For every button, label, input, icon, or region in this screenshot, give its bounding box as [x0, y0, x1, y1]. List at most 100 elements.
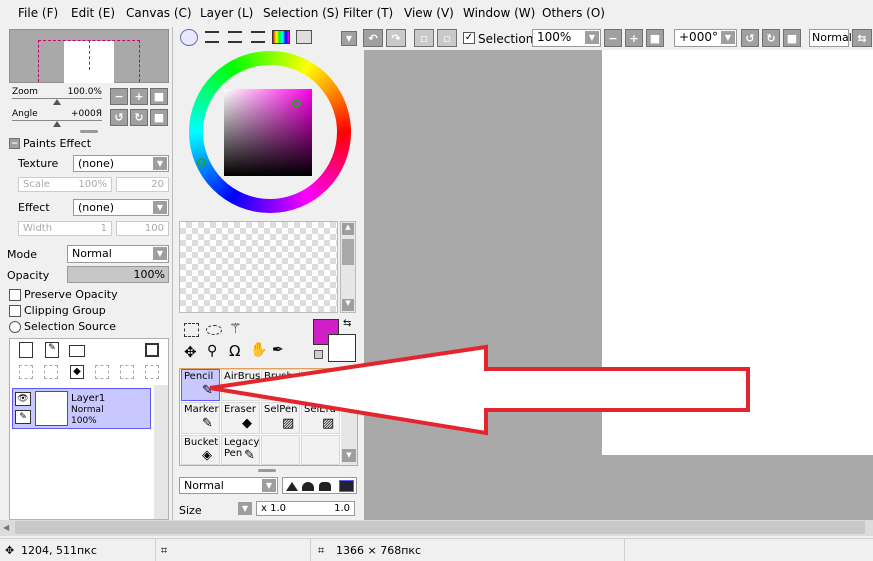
- toolbar-rotate-reset-button[interactable]: ■: [783, 29, 801, 47]
- brush-shape-3-icon[interactable]: [319, 482, 331, 491]
- scroll-left-icon[interactable]: ◀: [3, 523, 9, 532]
- angle-dropdown[interactable]: +000° ▼: [674, 29, 737, 47]
- toolbar-zoom-in-button[interactable]: +: [625, 29, 643, 47]
- invert-selection-button[interactable]: ▫: [437, 29, 457, 47]
- scroll-thumb[interactable]: [342, 239, 354, 265]
- new-linework-layer-icon[interactable]: ✎: [45, 342, 59, 358]
- scroll-down-icon[interactable]: ▼: [342, 449, 356, 462]
- brush-shape-4-icon[interactable]: [339, 480, 354, 492]
- new-folder-icon[interactable]: [69, 345, 85, 357]
- merge-down-icon[interactable]: [44, 365, 58, 379]
- tool-brush[interactable]: Brush: [261, 369, 300, 401]
- layer-scrollbar[interactable]: [154, 385, 168, 519]
- menu-selection[interactable]: Selection (S): [263, 6, 339, 20]
- mix-tab-icon[interactable]: [251, 31, 265, 43]
- brush-shape-1-icon[interactable]: [286, 482, 298, 491]
- menu-others[interactable]: Others (O): [542, 6, 605, 20]
- brush-blend-dropdown[interactable]: Normal ▼: [179, 477, 278, 494]
- tool-empty-3[interactable]: [301, 435, 340, 465]
- eye-icon[interactable]: 👁: [15, 392, 31, 406]
- color-wheel-tab-icon[interactable]: [180, 29, 198, 46]
- tool-empty-1[interactable]: [301, 369, 340, 401]
- tool-grid-scrollbar[interactable]: ▼: [341, 369, 357, 465]
- menu-layer[interactable]: Layer (L): [200, 6, 253, 20]
- zoom-out-button[interactable]: −: [110, 88, 128, 105]
- menu-canvas[interactable]: Canvas (C): [126, 6, 192, 20]
- toolbar-rotate-left-button[interactable]: ↺: [741, 29, 759, 47]
- collapse-icon[interactable]: −: [9, 138, 20, 149]
- zoom-slider-handle[interactable]: [53, 99, 61, 105]
- toolbar-zoom-reset-button[interactable]: ■: [646, 29, 664, 47]
- lasso-icon[interactable]: [206, 325, 222, 335]
- transfer-down-icon[interactable]: [19, 365, 33, 379]
- width-num-field[interactable]: 100: [116, 221, 169, 236]
- zoom-dropdown[interactable]: 100% ▼: [532, 29, 601, 47]
- rotate-right-button[interactable]: ↻: [130, 109, 148, 126]
- layer-mask-icon[interactable]: [145, 343, 159, 357]
- secondary-color-swatch[interactable]: [328, 334, 356, 362]
- panel-grip[interactable]: [258, 469, 276, 472]
- swap-colors-icon[interactable]: ⇆: [343, 318, 351, 329]
- swatches-tab-icon[interactable]: [272, 30, 290, 44]
- rect-select-icon[interactable]: [184, 323, 199, 337]
- zoom-reset-button[interactable]: ■: [150, 88, 168, 105]
- width-field[interactable]: Width 1: [18, 221, 112, 236]
- size-dropdown-icon[interactable]: ▼: [238, 502, 252, 515]
- tool-pencil[interactable]: Pencil ✎: [181, 369, 220, 401]
- tool-seleraser[interactable]: SelEra ▨: [301, 402, 340, 434]
- scratchpad-tab-icon[interactable]: [296, 30, 312, 44]
- menu-window[interactable]: Window (W): [463, 6, 535, 20]
- selection-source-radio[interactable]: [9, 321, 21, 333]
- flip-horizontal-button[interactable]: ⇆: [852, 29, 872, 47]
- rotate-tool-icon[interactable]: Ω: [229, 342, 240, 360]
- tool-selpen[interactable]: SelPen ▨: [261, 402, 300, 434]
- reset-colors-icon[interactable]: [314, 350, 323, 359]
- toolbar-zoom-out-button[interactable]: −: [604, 29, 622, 47]
- menu-filter[interactable]: Filter (T): [343, 6, 393, 20]
- scratchpad-scrollbar[interactable]: ▲ ▼: [340, 221, 356, 313]
- delete-layer-icon[interactable]: [95, 365, 109, 379]
- tool-empty-2[interactable]: [261, 435, 300, 465]
- panel-grip[interactable]: [80, 130, 98, 133]
- menu-file[interactable]: File (F): [18, 6, 58, 20]
- hsv-slider-tab-icon[interactable]: [228, 31, 242, 43]
- horizontal-scroll-thumb[interactable]: [15, 521, 865, 534]
- scroll-up-icon[interactable]: ▲: [342, 223, 354, 235]
- rotate-left-button[interactable]: ↺: [110, 109, 128, 126]
- layer-mode-dropdown[interactable]: Normal ▼: [67, 245, 169, 263]
- view-mode-dropdown[interactable]: Normal: [809, 29, 852, 47]
- canvas-document[interactable]: [602, 50, 873, 455]
- merge-visible-icon[interactable]: [120, 365, 134, 379]
- rotate-reset-button[interactable]: ■: [150, 109, 168, 126]
- navigator-preview[interactable]: [9, 29, 169, 83]
- scale-num-field[interactable]: 20: [116, 177, 169, 192]
- scroll-down-icon[interactable]: ▼: [342, 299, 354, 311]
- scale-field[interactable]: Scale 100%: [18, 177, 112, 192]
- hand-icon[interactable]: ✋: [250, 342, 267, 358]
- sv-picker-marker[interactable]: [292, 99, 301, 108]
- menu-view[interactable]: View (V): [404, 6, 454, 20]
- angle-slider-handle[interactable]: [53, 121, 61, 127]
- brush-shape-selector[interactable]: [282, 477, 357, 494]
- magic-wand-icon[interactable]: ⚚: [229, 321, 242, 337]
- brush-shape-2-icon[interactable]: [302, 482, 314, 491]
- clear-layer-icon[interactable]: ◆: [70, 365, 84, 379]
- tool-bucket[interactable]: Bucket ◈: [181, 435, 220, 465]
- horizontal-scrollbar[interactable]: ◀: [0, 520, 873, 536]
- hue-picker-marker[interactable]: [197, 158, 206, 167]
- move-icon[interactable]: ✥: [184, 343, 197, 361]
- texture-dropdown[interactable]: (none) ▼: [73, 155, 169, 172]
- size-field[interactable]: x 1.0 1.0: [256, 501, 355, 516]
- tool-marker[interactable]: Marker ✎: [181, 402, 220, 434]
- chevron-down-icon[interactable]: ▼: [341, 31, 357, 46]
- flatten-icon[interactable]: [145, 365, 159, 379]
- effect-dropdown[interactable]: (none) ▼: [73, 199, 169, 216]
- eyedropper-icon[interactable]: ✒: [272, 342, 284, 358]
- clipping-group-checkbox[interactable]: [9, 305, 21, 317]
- pen-lock-icon[interactable]: ✎: [15, 410, 31, 424]
- rgb-slider-tab-icon[interactable]: [205, 31, 219, 43]
- selection-checkbox[interactable]: ✓: [463, 32, 475, 44]
- scratchpad-area[interactable]: [179, 221, 338, 313]
- menu-edit[interactable]: Edit (E): [71, 6, 115, 20]
- new-layer-icon[interactable]: [19, 342, 33, 358]
